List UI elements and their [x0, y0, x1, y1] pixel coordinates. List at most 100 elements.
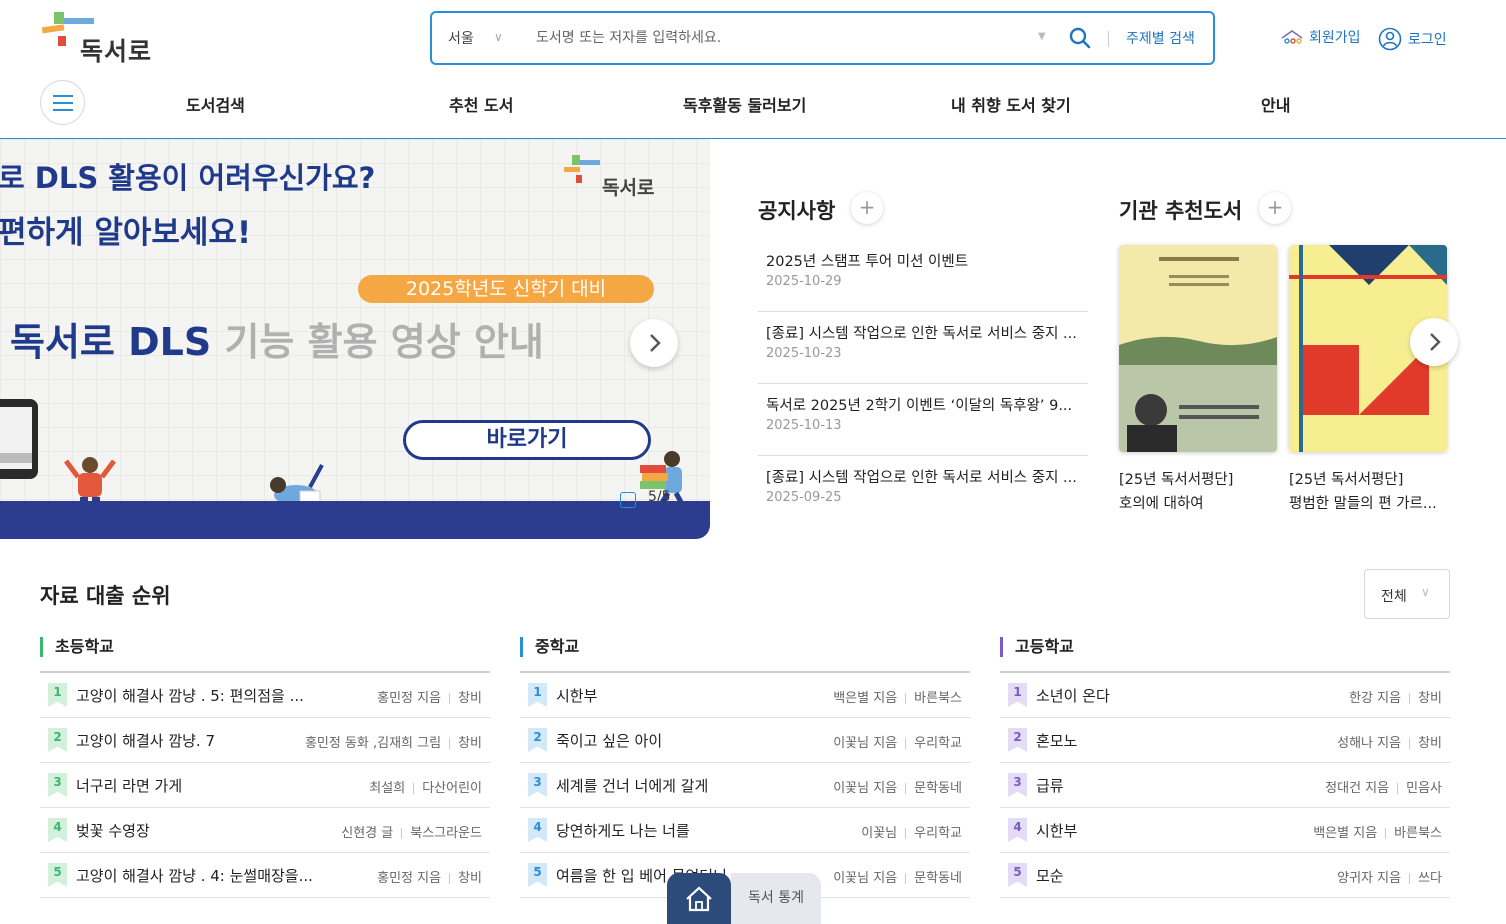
notice-item[interactable]: 2025년 스탬프 투어 미션 이벤트 2025-10-29 [758, 240, 1088, 312]
meta-separator [401, 828, 403, 839]
nav-activities[interactable]: 독후활동 둘러보기 [683, 92, 806, 116]
notice-item[interactable]: [종료] 시스템 작업으로 인한 독서로 서비스 중지 ... 2025-10-… [758, 312, 1088, 384]
book-author: 이꽃님 지음 [833, 736, 898, 751]
search-box: 서울 ∨ ▼ 주제별 검색 [430, 11, 1215, 65]
book-publisher: 창비 [1418, 691, 1442, 706]
table-row[interactable]: 3 이꽃님 지음 문학동네 세계를 건너 너에게 갈게 [520, 763, 970, 808]
book-title: 시한부 [1036, 822, 1078, 840]
table-row[interactable]: 1 홍민정 지음 창비 고양이 해결사 깜냥 . 5: 편의점을 ... [40, 673, 490, 718]
region-select[interactable]: 서울 [448, 28, 474, 48]
rank-badge: 2 [1008, 728, 1027, 752]
book-caption[interactable]: [25년 독서서평단] 평범한 말들의 편 가르... [1289, 468, 1447, 516]
table-row[interactable]: 4 신현경 글 북스그라운드 벚꽃 수영장 [40, 808, 490, 853]
banner-main-bold: 독서로 DLS [10, 320, 225, 364]
book-author: 이꽃님 지음 [833, 781, 898, 796]
book-author: 백은별 지음 [1313, 826, 1378, 841]
banner-main-gray: 기능 활용 영상 안내 [224, 320, 544, 364]
divider [1108, 31, 1109, 47]
book-meta: 홍민정 지음 창비 [377, 867, 482, 886]
nav-book-search[interactable]: 도서검색 [186, 92, 245, 116]
chevron-down-icon[interactable]: ∨ [494, 30, 503, 44]
main-banner[interactable]: 로 DLS 활용이 어려우신가요? 편하게 알아보세요! 독서로 2025학년도… [0, 139, 710, 539]
table-row[interactable]: 5 홍민정 지음 창비 고양이 해결사 깜냥 . 4: 눈썰매장을... [40, 853, 490, 898]
banner-next-button[interactable] [630, 319, 678, 367]
book-author: 백은별 지음 [833, 691, 898, 706]
meta-separator [905, 873, 907, 884]
hamburger-icon-bar [53, 102, 73, 104]
meta-separator [1409, 693, 1411, 704]
book-publisher: 다산어린이 [422, 781, 482, 796]
recommend-title: 기관 추천도서 [1119, 199, 1243, 223]
rank-badge: 5 [1008, 863, 1027, 887]
table-row[interactable]: 1 한강 지음 창비 소년이 온다 [1000, 673, 1450, 718]
book-title: 고양이 해결사 깜냥 . 5: 편의점을 ... [76, 687, 304, 705]
book-author: 신현경 글 [341, 826, 394, 841]
book-meta: 성해나 지음 창비 [1337, 732, 1442, 751]
table-row[interactable]: 1 백은별 지음 바른북스 시한부 [520, 673, 970, 718]
book-meta: 신현경 글 북스그라운드 [341, 822, 482, 841]
table-row[interactable]: 3 최설희 다산어린이 너구리 라면 가게 [40, 763, 490, 808]
dropdown-triangle-icon[interactable]: ▼ [1038, 31, 1046, 42]
notice-date: 2025-10-29 [766, 274, 842, 289]
book-caption[interactable]: [25년 독서서평단] 호의에 대하여 [1119, 468, 1277, 516]
rank-badge: 1 [48, 683, 67, 707]
book-tag: [25년 독서서평단] [1289, 472, 1404, 488]
recommend-next-button[interactable] [1410, 318, 1458, 366]
table-row[interactable]: 2 성해나 지음 창비 혼모노 [1000, 718, 1450, 763]
banner-logo-text: 독서로 [602, 177, 655, 199]
chevron-down-icon: ∨ [1421, 585, 1430, 599]
notices-more-button[interactable]: + [851, 192, 883, 224]
reading-stats-button[interactable]: 독서 통계 [731, 873, 821, 924]
table-row[interactable]: 2 이꽃님 지음 우리학교 죽이고 싶은 아이 [520, 718, 970, 763]
book-title: 호의에 대하여 [1119, 496, 1204, 512]
notice-title: [종료] 시스템 작업으로 인한 독서로 서비스 중지 ... [766, 326, 1077, 342]
meta-separator [1397, 783, 1399, 794]
rank-badge: 5 [528, 863, 547, 887]
notice-item[interactable]: [종료] 시스템 작업으로 인한 독서로 서비스 중지 ... 2025-09-… [758, 456, 1088, 528]
notice-title: [종료] 시스템 작업으로 인한 독서로 서비스 중지 ... [766, 470, 1077, 486]
banner-cta-button[interactable]: 바로가기 [403, 420, 651, 460]
table-row[interactable]: 3 정대건 지음 민음사 급류 [1000, 763, 1450, 808]
rank-badge: 4 [1008, 818, 1027, 842]
book-publisher: 창비 [458, 691, 482, 706]
nav-taste[interactable]: 내 취향 도서 찾기 [951, 92, 1071, 116]
notice-item[interactable]: 독서로 2025년 2학기 이벤트 ‘이달의 독후왕’ 9... 2025-10… [758, 384, 1088, 456]
rankings-filter-select[interactable]: 전체 ∨ [1364, 569, 1450, 619]
meta-separator [449, 738, 451, 749]
join-link[interactable]: 회원가입 [1280, 27, 1361, 47]
home-icon [686, 886, 712, 912]
book-author: 이꽃님 지음 [833, 871, 898, 886]
rank-badge: 1 [528, 683, 547, 707]
nav-recommended[interactable]: 추천 도서 [449, 92, 513, 116]
table-row[interactable]: 4 백은별 지음 바른북스 시한부 [1000, 808, 1450, 853]
book-publisher: 우리학교 [914, 736, 962, 751]
search-input[interactable] [536, 24, 1036, 52]
site-logo[interactable]: 독서로 [40, 10, 170, 66]
home-button[interactable] [667, 873, 731, 924]
book-meta: 백은별 지음 바른북스 [1313, 822, 1442, 841]
menu-button[interactable] [40, 80, 85, 125]
rank-badge: 4 [528, 818, 547, 842]
recommend-more-button[interactable]: + [1259, 192, 1291, 224]
rank-badge: 1 [1008, 683, 1027, 707]
login-link[interactable]: 로그인 [1378, 27, 1447, 51]
meta-separator [905, 693, 907, 704]
book-title: 소년이 온다 [1036, 687, 1110, 705]
rank-badge: 3 [528, 773, 547, 797]
table-row[interactable]: 5 양귀자 지음 쓰다 모순 [1000, 853, 1450, 898]
book-meta: 정대건 지음 민음사 [1325, 777, 1442, 796]
banner-counter: 5/5 [648, 489, 671, 505]
theme-search-button[interactable]: 주제별 검색 [1126, 28, 1195, 48]
notices-title: 공지사항 [758, 199, 836, 223]
hamburger-icon-bar [53, 109, 73, 111]
search-icon[interactable] [1068, 26, 1092, 50]
nav-guide[interactable]: 안내 [1261, 92, 1290, 116]
table-row[interactable]: 2 홍민정 동화 ,김재희 그림 창비 고양이 해결사 깜냥. 7 [40, 718, 490, 763]
table-row[interactable]: 4 이꽃님 우리학교 당연하게도 나는 너를 [520, 808, 970, 853]
book-cover[interactable] [1119, 245, 1277, 452]
book-author: 양귀자 지음 [1337, 871, 1402, 886]
book-author: 성해나 지음 [1337, 736, 1402, 751]
book-meta: 최설희 다산어린이 [369, 777, 482, 796]
login-label: 로그인 [1408, 32, 1447, 48]
pause-icon[interactable] [620, 492, 636, 508]
